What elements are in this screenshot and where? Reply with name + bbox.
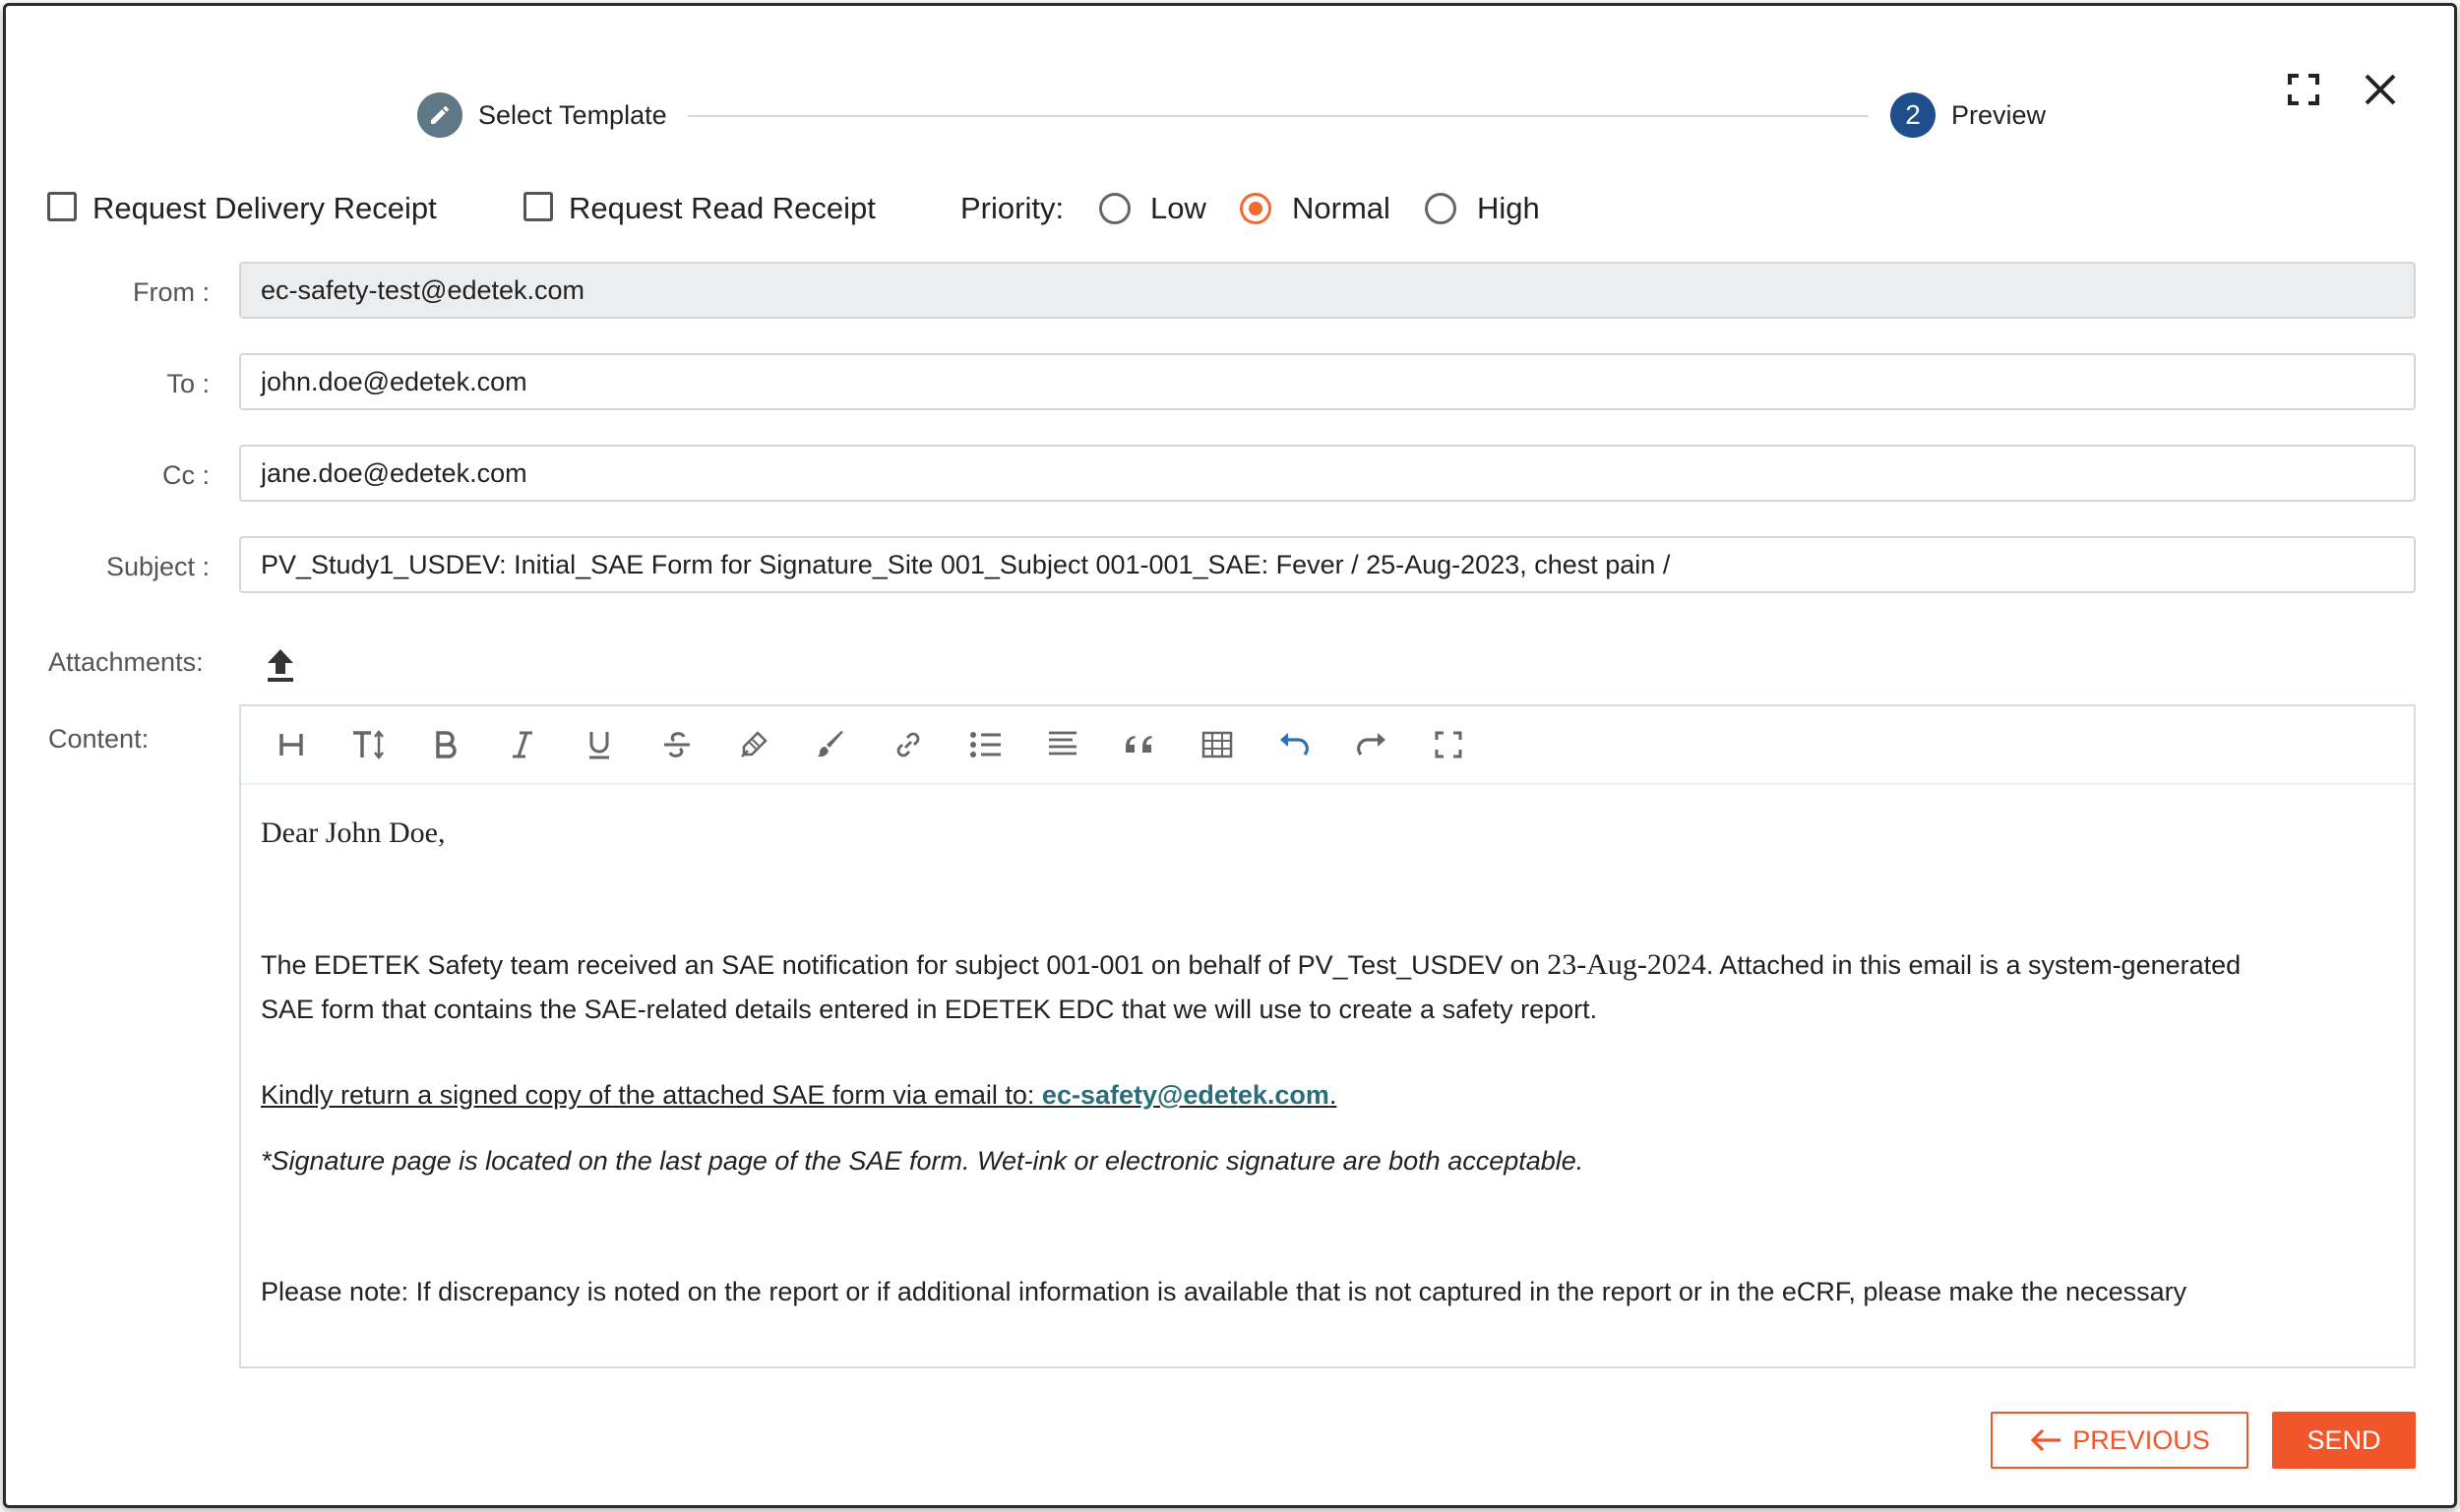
previous-button[interactable]: PREVIOUS bbox=[1991, 1412, 2248, 1469]
underline-icon[interactable] bbox=[577, 722, 622, 767]
return-end: . bbox=[1328, 1080, 1337, 1110]
subject-field[interactable]: PV_Study1_USDEV: Initial_SAE Form for Si… bbox=[239, 536, 2416, 593]
greeting-text: Dear John Doe, bbox=[261, 816, 446, 849]
table-icon[interactable] bbox=[1195, 722, 1240, 767]
editor-toolbar bbox=[241, 706, 2414, 785]
previous-button-label: PREVIOUS bbox=[2072, 1424, 2210, 1455]
text-size-icon[interactable] bbox=[345, 722, 391, 767]
signature-note: *Signature page is located on the last p… bbox=[261, 1146, 1584, 1176]
maximize-icon[interactable] bbox=[2287, 73, 2320, 106]
read-receipt-checkbox[interactable] bbox=[523, 192, 553, 221]
highlighter-icon[interactable] bbox=[731, 722, 776, 767]
please-note-text: Please note: If discrepancy is noted on … bbox=[261, 1277, 2187, 1306]
priority-high-label[interactable]: High bbox=[1477, 191, 1540, 226]
priority-low-label[interactable]: Low bbox=[1150, 191, 1206, 226]
link-icon[interactable] bbox=[886, 722, 931, 767]
priority-low-radio[interactable] bbox=[1099, 193, 1131, 224]
paragraph-1-line-2: SAE form that contains the SAE-related d… bbox=[261, 995, 1598, 1024]
notification-date: 23-Aug-2024 bbox=[1547, 948, 1706, 981]
send-button-label: SEND bbox=[2306, 1424, 2381, 1455]
safety-email-link[interactable]: ec-safety@edetek.com bbox=[1042, 1080, 1329, 1110]
return-instruction: Kindly return a signed copy of the attac… bbox=[261, 1080, 1336, 1111]
fullscreen-icon[interactable] bbox=[1426, 722, 1471, 767]
priority-high-radio[interactable] bbox=[1425, 193, 1456, 224]
paragraph-1-start: The EDETEK Safety team received an SAE n… bbox=[261, 950, 1548, 980]
to-label: To : bbox=[166, 369, 210, 398]
step-1-label[interactable]: Select Template bbox=[478, 100, 667, 131]
delivery-receipt-checkbox[interactable] bbox=[47, 192, 77, 221]
upload-icon[interactable] bbox=[264, 647, 297, 685]
to-field[interactable]: john.doe@edetek.com bbox=[239, 353, 2416, 410]
content-editor[interactable]: Dear John Doe, The EDETEK Safety team re… bbox=[239, 704, 2416, 1368]
brush-icon[interactable] bbox=[809, 722, 854, 767]
from-field: ec-safety-test@edetek.com bbox=[239, 262, 2416, 319]
quote-icon[interactable] bbox=[1117, 722, 1162, 767]
bullet-list-icon[interactable] bbox=[963, 722, 1009, 767]
from-label: From : bbox=[133, 277, 210, 307]
strikethrough-icon[interactable] bbox=[654, 722, 700, 767]
delivery-receipt-label[interactable]: Request Delivery Receipt bbox=[92, 191, 437, 226]
content-label: Content: bbox=[48, 724, 150, 754]
italic-icon[interactable] bbox=[500, 722, 545, 767]
send-button[interactable]: SEND bbox=[2272, 1412, 2416, 1469]
step-2-number[interactable]: 2 bbox=[1890, 92, 1936, 138]
email-dialog: Select Template 2 Preview Request Delive… bbox=[3, 3, 2457, 1508]
align-icon[interactable] bbox=[1040, 722, 1085, 767]
priority-label: Priority: bbox=[960, 191, 1065, 225]
arrow-left-icon bbox=[2030, 1428, 2061, 1452]
subject-label: Subject : bbox=[105, 552, 210, 581]
stepper-connector bbox=[688, 115, 1869, 117]
priority-normal-label[interactable]: Normal bbox=[1292, 191, 1390, 226]
attachments-label: Attachments: bbox=[48, 647, 204, 677]
undo-icon[interactable] bbox=[1271, 722, 1317, 767]
cc-field[interactable]: jane.doe@edetek.com bbox=[239, 445, 2416, 502]
step-1-edit-icon[interactable] bbox=[417, 92, 462, 138]
bold-icon[interactable] bbox=[423, 722, 468, 767]
paragraph-1-line-1: The EDETEK Safety team received an SAE n… bbox=[261, 948, 2241, 982]
read-receipt-label[interactable]: Request Read Receipt bbox=[569, 191, 876, 226]
redo-icon[interactable] bbox=[1349, 722, 1394, 767]
return-text: Kindly return a signed copy of the attac… bbox=[261, 1080, 1042, 1110]
heading-icon[interactable] bbox=[269, 722, 314, 767]
step-2-label[interactable]: Preview bbox=[1951, 100, 2046, 131]
paragraph-1-end: . Attached in this email is a system-gen… bbox=[1705, 950, 2242, 980]
cc-label: Cc : bbox=[161, 460, 210, 490]
close-icon[interactable] bbox=[2362, 71, 2399, 108]
priority-normal-radio[interactable] bbox=[1240, 193, 1271, 224]
